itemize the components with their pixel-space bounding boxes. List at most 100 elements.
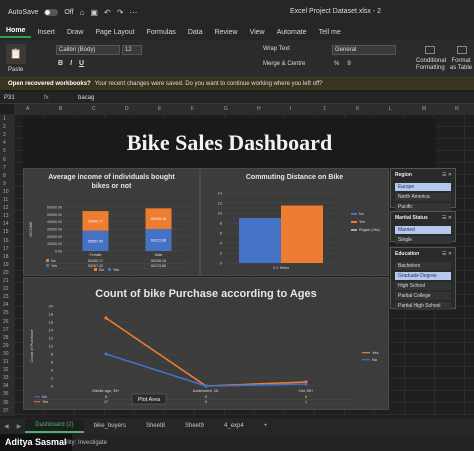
font-size-select[interactable]: 12	[122, 45, 142, 55]
filter-icon[interactable]: ☰ ✕	[442, 215, 452, 221]
marital-slicer[interactable]: Marital Status ☰ ✕ Married Single	[390, 211, 456, 244]
paste-button[interactable]: Paste	[8, 67, 23, 73]
age-chart[interactable]: Count of bike Purchase according to Ages…	[23, 277, 389, 410]
slicer-item[interactable]: Married	[395, 226, 451, 234]
next-sheet-icon[interactable]: ▶	[13, 423, 26, 430]
slicer-item[interactable]: Single	[395, 236, 451, 244]
row-header[interactable]: 14	[3, 221, 9, 227]
column-header[interactable]: G	[224, 106, 228, 112]
row-header[interactable]: 25	[3, 310, 9, 316]
fx-icon[interactable]: fx	[44, 95, 78, 101]
slicer-item[interactable]: Bachelors	[395, 262, 451, 270]
row-header[interactable]: 27	[3, 327, 9, 333]
add-sheet-button[interactable]: +	[254, 420, 278, 432]
column-header[interactable]: M	[422, 106, 426, 112]
row-header[interactable]: 33	[3, 375, 9, 381]
home-icon[interactable]: ⌂	[80, 8, 85, 17]
number-format-select[interactable]: General	[332, 45, 396, 55]
row-header[interactable]: 34	[3, 383, 9, 389]
row-header[interactable]: 9	[3, 181, 6, 187]
row-header[interactable]: 26	[3, 319, 9, 325]
formula-input[interactable]: bacag	[78, 95, 94, 101]
tab-page-layout[interactable]: Page Layout	[89, 29, 140, 36]
conditional-formatting-button[interactable]: Conditional Formatting	[416, 46, 446, 72]
row-header[interactable]: 18	[3, 254, 9, 260]
autosave-toggle[interactable]	[44, 8, 59, 16]
tab-data[interactable]: Data	[182, 29, 209, 36]
row-header[interactable]: 8	[3, 173, 6, 179]
column-header[interactable]: D	[125, 106, 129, 112]
row-header[interactable]: 28	[3, 335, 9, 341]
sheet-tab[interactable]: bike_buyers	[84, 420, 136, 432]
row-header[interactable]: 24	[3, 302, 9, 308]
education-slicer[interactable]: Education ☰ ✕ Bachelors Graduate Degree High…	[390, 247, 456, 310]
row-header[interactable]: 22	[3, 286, 9, 292]
row-header[interactable]: 35	[3, 391, 9, 397]
column-header[interactable]: E	[158, 106, 161, 112]
row-header[interactable]: 15	[3, 229, 9, 235]
column-header[interactable]: I	[290, 106, 291, 112]
sheet-tab[interactable]: Sheet8	[136, 420, 175, 432]
row-header[interactable]: 17	[3, 246, 9, 252]
wrap-text-button[interactable]: Wrap Text	[263, 46, 290, 52]
format-as-table-button[interactable]: Format as Table	[448, 46, 474, 72]
row-header[interactable]: 20	[3, 270, 9, 276]
commute-chart[interactable]: Commuting Distance on Bike 14 12 10 8 6 4 2 0 0-…	[200, 168, 389, 276]
slicer-item[interactable]: North America	[395, 193, 451, 201]
row-header[interactable]: 2	[3, 124, 6, 130]
row-header[interactable]: 7	[3, 165, 6, 171]
filter-icon[interactable]: ☰ ✕	[442, 251, 452, 257]
redo-icon[interactable]: ↷	[117, 8, 124, 17]
slicer-item[interactable]: Europe	[395, 183, 451, 191]
tab-tell-me[interactable]: Tell me	[313, 29, 347, 36]
row-header[interactable]: 23	[3, 294, 9, 300]
column-header[interactable]: K	[356, 106, 359, 112]
row-header[interactable]: 36	[3, 400, 9, 406]
slicer-item[interactable]: Partial High School	[395, 302, 451, 310]
tab-draw[interactable]: Draw	[61, 29, 89, 36]
column-header[interactable]: F	[191, 106, 194, 112]
tab-home[interactable]: Home	[0, 27, 32, 38]
row-header[interactable]: 6	[3, 157, 6, 163]
row-header[interactable]: 12	[3, 205, 9, 211]
tab-formulas[interactable]: Formulas	[141, 29, 182, 36]
row-header[interactable]: 11	[3, 197, 8, 203]
column-header[interactable]: J	[323, 106, 326, 112]
row-header[interactable]: 16	[3, 238, 9, 244]
row-header[interactable]: 37	[3, 408, 9, 414]
tab-view[interactable]: View	[244, 29, 271, 36]
row-header[interactable]: 13	[3, 213, 9, 219]
more-icon[interactable]: ⋯	[129, 8, 137, 17]
column-header[interactable]: A	[26, 106, 29, 112]
name-box[interactable]: P31	[0, 95, 44, 101]
column-header[interactable]: C	[92, 106, 96, 112]
column-header[interactable]: B	[59, 106, 62, 112]
prev-sheet-icon[interactable]: ◀	[0, 423, 13, 430]
sheet-tab[interactable]: Dashboard (2)	[25, 419, 84, 433]
row-header[interactable]: 5	[3, 148, 6, 154]
comma-button[interactable]: 9	[347, 61, 350, 67]
column-header[interactable]: H	[257, 106, 261, 112]
row-header[interactable]: 32	[3, 367, 9, 373]
undo-icon[interactable]: ↶	[104, 8, 111, 17]
sheet-tab[interactable]: 4_exp4	[214, 420, 254, 432]
tab-review[interactable]: Review	[209, 29, 244, 36]
row-header[interactable]: 1	[3, 116, 6, 122]
slicer-item[interactable]: Pacific	[395, 203, 451, 211]
tab-automate[interactable]: Automate	[271, 29, 313, 36]
row-header[interactable]: 31	[3, 359, 9, 365]
slicer-item[interactable]: Graduate Degree	[395, 272, 451, 280]
row-header[interactable]: 3	[3, 132, 6, 138]
bold-button[interactable]: B	[58, 60, 63, 67]
slicer-item[interactable]: Partial College	[395, 292, 451, 300]
row-header[interactable]: 29	[3, 343, 9, 349]
row-header[interactable]: 19	[3, 262, 9, 268]
tab-insert[interactable]: Insert	[31, 29, 61, 36]
row-header[interactable]: 10	[3, 189, 9, 195]
row-header[interactable]: 21	[3, 278, 9, 284]
italic-button[interactable]: I	[70, 60, 72, 67]
save-icon[interactable]: ▣	[90, 8, 98, 17]
font-name-select[interactable]: Calibri (Body)	[56, 45, 120, 55]
sheet-tab[interactable]: Sheet9	[175, 420, 214, 432]
underline-button[interactable]: U	[79, 60, 84, 67]
